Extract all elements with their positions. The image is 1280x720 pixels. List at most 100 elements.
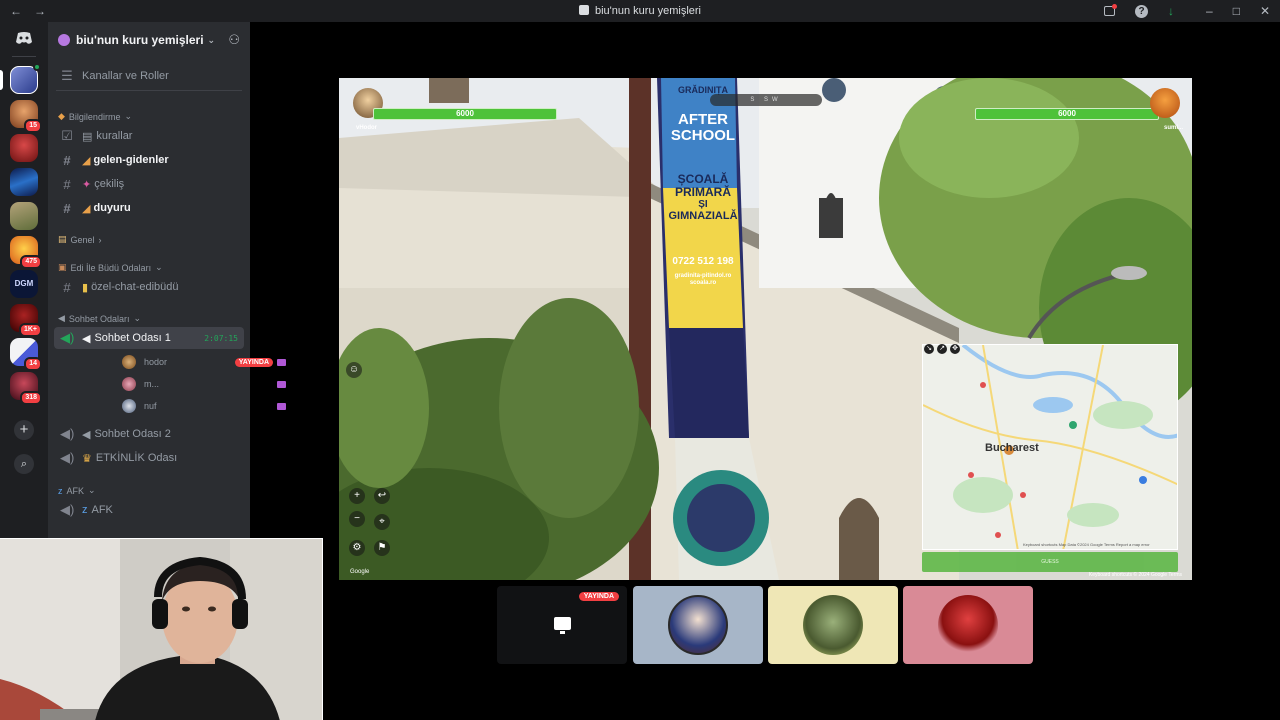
title-bar: ← → biu'nun kuru yemişleri ? ↓ – □ ✕: [0, 0, 1280, 22]
channel-cekilis[interactable]: # ✦ çekiliş: [54, 173, 244, 195]
channel-ozel-chat[interactable]: # ▮ özel-chat-edibüdü: [54, 276, 244, 298]
sign-line: gradinita-pitindol.ro: [674, 273, 732, 280]
wave-icon: ◢: [82, 154, 91, 167]
emote-icon[interactable]: ☺: [346, 362, 362, 378]
hash-icon: #: [63, 176, 71, 192]
screen-share-tile[interactable]: YAYINDA: [497, 586, 627, 664]
category-afk[interactable]: z AFK ⌄: [58, 485, 96, 496]
category-label: Bilgilendirme: [68, 111, 121, 122]
sign-line: scoala.ro: [689, 279, 717, 286]
server-icon[interactable]: 15: [10, 100, 42, 133]
category-label: Sohbet Odaları: [68, 313, 130, 324]
avatar: [122, 377, 136, 391]
invite-user-icon[interactable]: ⚇: [228, 32, 240, 48]
server-avatar: [10, 202, 38, 230]
category-edi[interactable]: ▣ Edi İle Büdü Odaları ⌄: [58, 262, 163, 273]
voice-channel-afk[interactable]: ◀) z AFK: [54, 499, 244, 521]
explore-icon[interactable]: ⌕: [14, 454, 34, 474]
voice-channel-sohbet-1[interactable]: ◀) ◀ Sohbet Odası 1 2:07:15: [54, 327, 244, 349]
guild-header[interactable]: biu'nun kuru yemişleri ⌄ ⚇: [48, 22, 250, 58]
guess-map[interactable]: Bucharest Keyboard shortcuts Map Data ©2…: [922, 344, 1178, 550]
inbox-icon[interactable]: [1104, 4, 1117, 16]
pin-map-icon[interactable]: ✥: [950, 344, 960, 354]
voice-channel-etkinlik[interactable]: ◀) ♛ ETKİNLİK Odası: [54, 447, 244, 469]
channel-label: özel-chat-edibüdü: [91, 281, 179, 293]
hash-icon: #: [63, 279, 71, 295]
mention-badge: 15: [24, 119, 42, 133]
zoom-out-button[interactable]: −: [349, 511, 365, 527]
server-icon[interactable]: 1K+: [10, 304, 42, 337]
participant-tile[interactable]: [903, 586, 1033, 664]
category-sohbet-odalari[interactable]: ◀ Sohbet Odaları ⌄: [58, 313, 141, 324]
avatar: [122, 399, 136, 413]
channel-gelen-gidenler[interactable]: # ◢ gelen-gidenler: [54, 149, 244, 171]
maximize-button[interactable]: □: [1233, 4, 1240, 18]
sign-line: AFTER SCHOOL: [670, 110, 736, 145]
participant-tile[interactable]: [768, 586, 898, 664]
mention-badge: 14: [24, 357, 42, 371]
rules-icon: ☑: [61, 128, 73, 143]
channels-and-roles[interactable]: ☰ Kanallar ve Roller: [54, 65, 244, 87]
server-avatar: [10, 168, 38, 196]
speaker-icon: ◀): [60, 426, 75, 441]
guild-badge-icon: [58, 34, 70, 46]
flag-icon[interactable]: ⚑: [374, 540, 390, 556]
webcam-overlay: [0, 538, 323, 720]
left-player-name: vHodor: [356, 125, 377, 131]
server-icon[interactable]: DGM: [10, 270, 38, 298]
channel-kurallar[interactable]: ☑ ▤ kurallar: [54, 125, 244, 147]
add-server-icon[interactable]: +: [14, 420, 34, 440]
help-icon[interactable]: ?: [1135, 4, 1148, 18]
pin-icon[interactable]: ⌖: [374, 514, 390, 530]
category-genel[interactable]: ▤ Genel ›: [58, 234, 102, 245]
voice-timer: 2:07:15: [204, 333, 238, 343]
category-label: Genel: [70, 234, 95, 245]
guild-name: biu'nun kuru yemişleri: [76, 33, 204, 47]
voice-user-name: hodor: [144, 357, 168, 367]
megaphone-icon: ◢: [82, 202, 91, 215]
list-icon: ☰: [61, 68, 73, 83]
close-button[interactable]: ✕: [1260, 4, 1270, 18]
server-icon[interactable]: 318: [10, 372, 42, 405]
voice-user-name: m...: [144, 379, 159, 389]
trophy-icon: ♛: [82, 452, 92, 465]
voice-user[interactable]: nuf: [122, 396, 292, 416]
server-icon[interactable]: [10, 168, 38, 196]
chevron-right-icon: ›: [98, 234, 102, 245]
scroll-icon: ▤: [58, 234, 67, 244]
stream-icon: [277, 358, 286, 366]
channel-label: ETKİNLİK Odası: [95, 452, 178, 464]
speaker-icon: ◀: [58, 313, 65, 323]
server-icon[interactable]: 475: [10, 236, 42, 269]
server-icon-active[interactable]: [0, 63, 41, 94]
guess-button[interactable]: GUESS: [922, 552, 1178, 572]
back-arrow-icon[interactable]: ←: [10, 4, 22, 18]
channel-duyuru[interactable]: # ◢ duyuru: [54, 197, 244, 219]
map-tiles: [923, 345, 1177, 549]
server-icon[interactable]: [10, 134, 38, 162]
participant-tile[interactable]: [633, 586, 763, 664]
shrink-map-icon[interactable]: ↘: [924, 344, 934, 354]
server-icon[interactable]: [10, 202, 38, 230]
chevron-down-icon: ⌄: [207, 34, 216, 45]
category-label: Edi İle Büdü Odaları: [70, 262, 152, 273]
forward-arrow-icon[interactable]: →: [34, 4, 46, 18]
hash-icon: #: [63, 152, 71, 168]
download-icon[interactable]: ↓: [1168, 4, 1174, 18]
expand-map-icon[interactable]: ↗: [937, 344, 947, 354]
stream-viewer[interactable]: GRĂDINIȚA AFTER SCHOOL ȘCOALĂ PRIMARĂ ȘI…: [339, 78, 1192, 580]
server-avatar-dgm: DGM: [10, 270, 38, 298]
discord-home-icon[interactable]: [14, 31, 34, 45]
stream-icon: [277, 380, 286, 388]
zoom-in-button[interactable]: +: [349, 488, 365, 504]
chevron-down-icon: ⌄: [133, 313, 142, 323]
undo-button[interactable]: ↩: [374, 488, 390, 504]
category-bilgilendirme[interactable]: ◆ Bilgilendirme ⌄: [58, 111, 132, 122]
voice-user[interactable]: m...: [122, 374, 292, 394]
minimize-button[interactable]: –: [1206, 4, 1213, 18]
webcam-image: [0, 539, 322, 720]
voice-channel-sohbet-2[interactable]: ◀) ◀ Sohbet Odası 2: [54, 423, 244, 445]
server-icon[interactable]: 14: [10, 338, 42, 371]
voice-user[interactable]: hodor YAYINDA: [122, 352, 292, 372]
settings-icon[interactable]: ⚙: [349, 540, 365, 556]
